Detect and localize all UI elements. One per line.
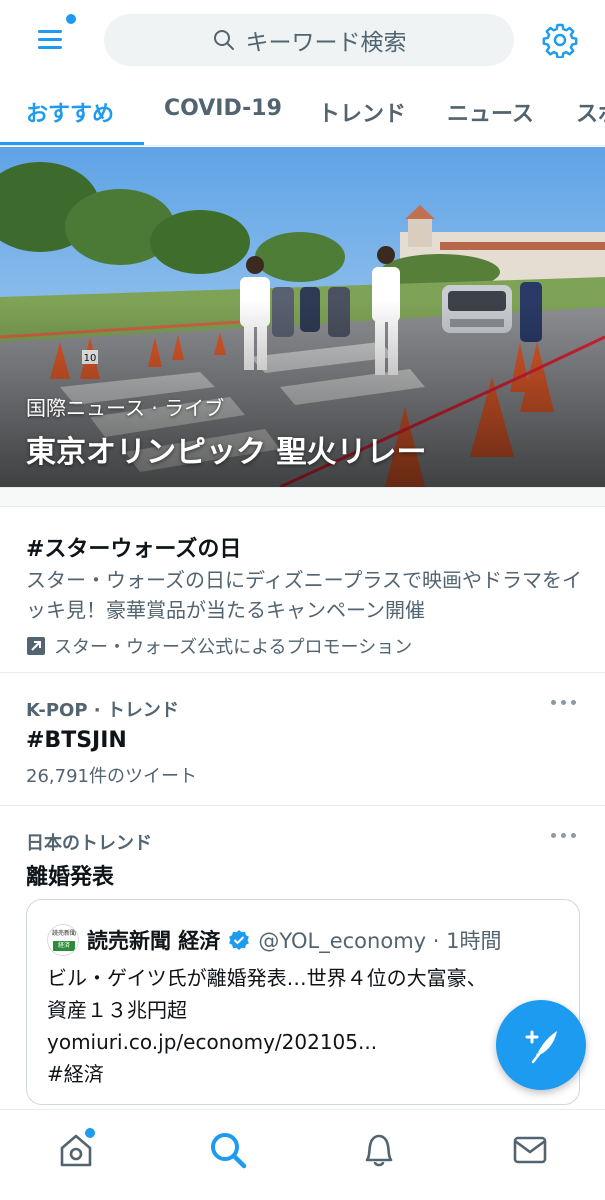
trend-description: スター・ウォーズの日にディズニープラスで映画やドラマをイッキ見！豪華賞品が当たる… [26, 568, 582, 622]
menu-button[interactable] [34, 14, 76, 54]
bottom-nav [0, 1109, 605, 1200]
quoted-tweet-card[interactable]: 読売新聞 経済 読売新聞 経済 @YOL_economy · 1時間 ビル・ゲイ… [26, 899, 580, 1105]
trend-meta: 日本のトレンド [26, 833, 152, 854]
menu-icon-bar [38, 46, 62, 49]
search-input[interactable]: キーワード検索 [104, 14, 514, 66]
nav-home[interactable] [54, 1128, 98, 1172]
trend-title: #スターウォーズの日 [26, 537, 242, 562]
top-bar: キーワード検索 [0, 0, 605, 82]
tweet-line: 資産１３兆円超 [47, 998, 187, 1022]
menu-icon [38, 30, 62, 33]
search-placeholder: キーワード検索 [245, 30, 407, 56]
promoted-trend[interactable]: #スターウォーズの日 スター・ウォーズの日にディズニープラスで映画やドラマをイッ… [0, 507, 605, 673]
search-icon [211, 1133, 247, 1169]
menu-icon-bar [38, 38, 62, 41]
tab-news[interactable]: ニュース [447, 96, 534, 128]
promoted-by-line: スター・ウォーズ公式によるプロモーション [26, 633, 412, 659]
verified-icon [229, 930, 250, 950]
compose-icon [525, 1030, 557, 1064]
nav-notifications[interactable] [357, 1128, 401, 1172]
tab-covid19[interactable]: COVID-19 [164, 96, 282, 121]
avatar-text: 読売新聞 [51, 930, 76, 937]
avatar-badge: 経済 [53, 941, 75, 951]
tweet-link[interactable]: yomiuri.co.jp/economy/202105... [47, 1026, 527, 1058]
active-tab-indicator [0, 142, 144, 145]
hero-subtitle: 国際ニュース · ライブ [26, 396, 225, 420]
hero-news-card[interactable]: 10 国際ニュース · ライブ 東京オリンピック 聖火リレー [0, 147, 605, 487]
search-icon [213, 30, 234, 50]
trend-meta: K-POP · トレンド [26, 700, 179, 721]
nav-explore[interactable] [206, 1128, 250, 1172]
tab-trends[interactable]: トレンド [318, 96, 406, 128]
tweet-count: 26,791件のツイート [26, 766, 197, 787]
more-icon[interactable] [551, 825, 577, 843]
promoted-icon [27, 637, 45, 655]
avatar-sub-text: 経済 [57, 942, 70, 949]
tab-sports[interactable]: スポ [576, 96, 605, 128]
section-divider [0, 487, 605, 507]
avatar[interactable]: 読売新聞 経済 [47, 924, 79, 956]
mail-icon [513, 1136, 547, 1164]
trend-item[interactable]: K-POP · トレンド #BTSJIN 26,791件のツイート [0, 674, 605, 806]
hero-title: 東京オリンピック 聖火リレー [26, 435, 427, 470]
tweet-header: 読売新聞 経済 読売新聞 経済 @YOL_economy · 1時間 [47, 924, 501, 956]
trend-name: 離婚発表 [26, 865, 115, 890]
gear-icon[interactable] [542, 22, 578, 58]
tab-bar: おすすめ COVID-19 トレンド ニュース スポ [0, 82, 605, 146]
tweet-line: ビル・ゲイツ氏が離婚発表…世界４位の大富豪、 [47, 966, 487, 990]
tweet-hashtag[interactable]: #経済 [47, 1058, 527, 1090]
author-name[interactable]: 読売新聞 経済 [87, 925, 220, 955]
notification-dot [66, 14, 76, 24]
tweet-body: ビル・ゲイツ氏が離婚発表…世界４位の大富豪、 資産１３兆円超 yomiuri.c… [47, 962, 527, 1090]
promoted-by-text: スター・ウォーズ公式によるプロモーション [54, 637, 413, 658]
author-handle: @YOL_economy · 1時間 [258, 929, 502, 953]
tab-recommended[interactable]: おすすめ [26, 96, 114, 128]
trend-name: #BTSJIN [26, 728, 127, 753]
bell-icon [365, 1134, 393, 1167]
home-icon [60, 1128, 95, 1167]
nav-messages[interactable] [508, 1128, 552, 1172]
compose-button[interactable] [496, 1000, 586, 1090]
more-icon[interactable] [551, 692, 577, 710]
